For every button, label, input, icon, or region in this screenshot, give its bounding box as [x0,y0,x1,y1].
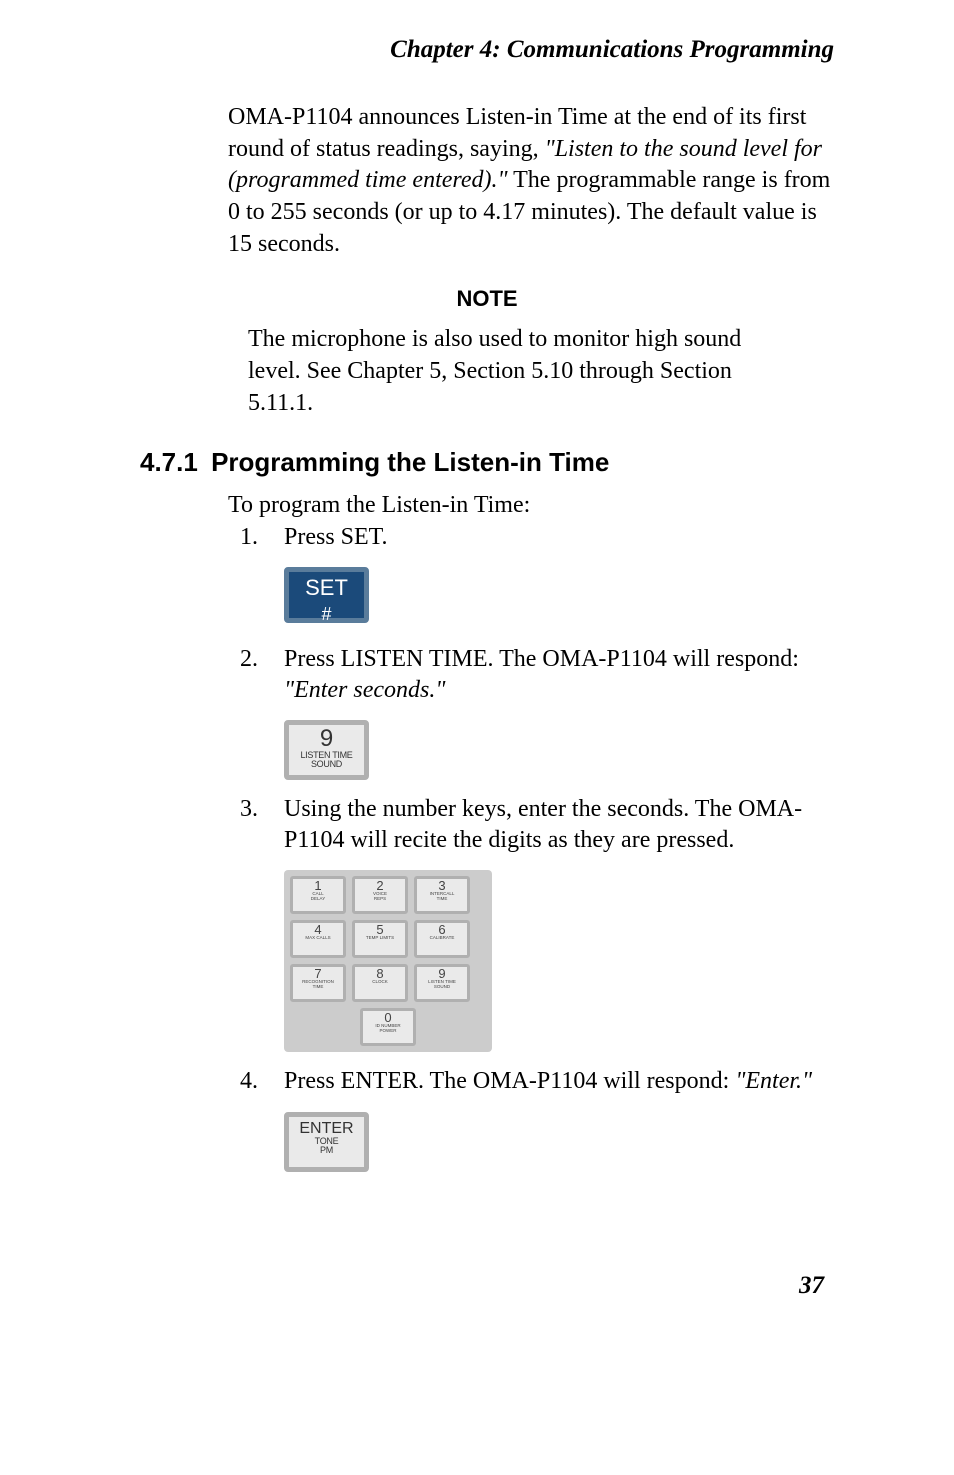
keypad-key-9: 9LISTEN TIMESOUND [414,964,470,1002]
keypad-key-1: 1CALLDELAY [290,876,346,914]
subsection-heading: 4.7.1 Programming the Listen-in Time [140,447,834,478]
step-3: Using the number keys, enter the seconds… [228,794,834,1052]
step-4-text: Press ENTER. The OMA-P1104 will respond: [284,1068,735,1094]
subsection-number: 4.7.1 [140,447,198,478]
keypad-key-2: 2VOICEREPS [352,876,408,914]
step-2: Press LISTEN TIME. The OMA-P1104 will re… [228,644,834,780]
nine-key-icon: 9 LISTEN TIME SOUND [284,720,369,780]
keypad-icon: 1CALLDELAY2VOICEREPS3INTERCALLTIME 4MAX C… [284,870,492,1052]
chapter-header: Chapter 4: Communications Programming [140,36,834,64]
lead-sentence: To program the Listen-in Time: [228,490,834,522]
step-2-quote: "Enter seconds." [284,677,445,703]
keypad-key-0: 0ID NUMBERPOWER [360,1008,416,1046]
keypad-key-6: 6CALIBRATE [414,920,470,958]
page-number: 37 [140,1272,834,1300]
nine-key-sub2: SOUND [289,760,364,769]
nine-key-num: 9 [289,727,364,751]
enter-key-sub2: PM [289,1146,364,1155]
set-key-line1: SET [289,576,364,600]
keypad-key-8: 8CLOCK [352,964,408,1002]
keypad-key-3: 3INTERCALLTIME [414,876,470,914]
set-key-icon: SET # [284,567,369,623]
step-2-text: Press LISTEN TIME. The OMA-P1104 will re… [284,646,799,672]
step-1: Press SET. SET # [228,522,834,630]
keypad-key-4: 4MAX CALLS [290,920,346,958]
set-key-line2: # [321,604,331,624]
subsection-title: Programming the Listen-in Time [211,447,609,478]
step-3-text: Using the number keys, enter the seconds… [284,796,802,853]
step-4: Press ENTER. The OMA-P1104 will respond:… [228,1066,834,1171]
enter-key-icon: ENTER TONE PM [284,1112,369,1172]
steps-list: Press SET. SET # Press LISTEN TIME. The … [228,522,834,1172]
step-1-text: Press SET. [284,524,388,550]
keypad-key-5: 5TEMP LIMITS [352,920,408,958]
enter-key-line1: ENTER [289,1121,364,1137]
step-4-quote: "Enter." [735,1068,812,1094]
intro-paragraph: OMA-P1104 announces Listen-in Time at th… [228,102,834,260]
note-text: The microphone is also used to monitor h… [248,324,784,419]
keypad-key-7: 7RECOGNITIONTIME [290,964,346,1002]
note-label: NOTE [140,286,834,312]
